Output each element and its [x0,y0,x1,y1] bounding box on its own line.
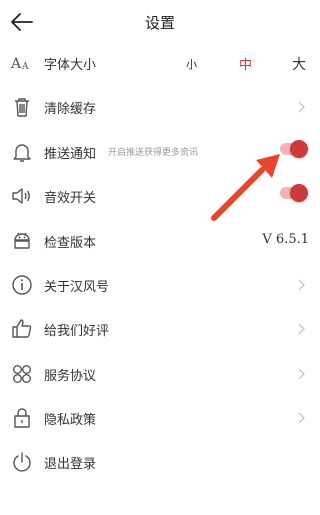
settings-row-service[interactable]: 服务协议 [0,352,320,396]
chevron-right-icon [298,323,305,335]
about-label: 关于汉风号 [44,280,110,295]
chevron-right-icon [298,101,305,113]
clear-cache-label: 清除缓存 [44,102,97,117]
top-bar: 设置 [0,0,320,44]
settings-row-privacy[interactable]: 隐私政策 [0,396,320,440]
settings-row-logout[interactable]: 退出登录 [0,440,320,484]
power-icon [13,452,31,472]
font-size-small-option[interactable]: 小 [186,56,197,72]
privacy-label: 隐私政策 [44,413,97,428]
logout-label: 退出登录 [44,457,97,472]
push-label: 推送通知 [44,147,97,162]
rate-label: 给我们好评 [44,324,110,339]
android-icon [14,232,30,249]
settings-row-about[interactable]: 关于汉风号 [0,263,320,307]
font-size-icon: A A [10,56,29,72]
font-size-medium-option[interactable]: 中 [239,54,252,73]
version-value: V 6.5.1 [262,232,309,247]
toggle-knob [290,140,308,158]
toggle-knob [290,184,308,202]
settings-row-font-size: A A 字体大小 小 中 大 [0,41,320,85]
speaker-icon [12,188,30,204]
settings-row-rate[interactable]: 给我们好评 [0,307,320,351]
page-title: 设置 [144,14,175,32]
info-icon [12,275,32,295]
font-size-label: 字体大小 [44,58,97,73]
font-size-large-option[interactable]: 大 [292,54,306,74]
push-hint: 开启推送获得更多资讯 [108,148,199,158]
chevron-right-icon [298,368,305,380]
chevron-right-icon [298,279,305,291]
lock-icon [14,408,30,428]
service-label: 服务协议 [44,369,97,384]
bell-icon [13,144,31,162]
chevron-right-icon [298,412,305,424]
version-label: 检查版本 [44,236,97,251]
sound-label: 音效开关 [44,191,97,206]
grid-petal-icon [13,365,31,383]
annotation-arrow [211,154,280,221]
svg-text:A: A [10,56,22,72]
thumbs-up-icon [12,319,32,338]
settings-row-clear-cache[interactable]: 清除缓存 [0,85,320,129]
svg-text:A: A [21,62,29,72]
trash-icon [15,98,29,117]
